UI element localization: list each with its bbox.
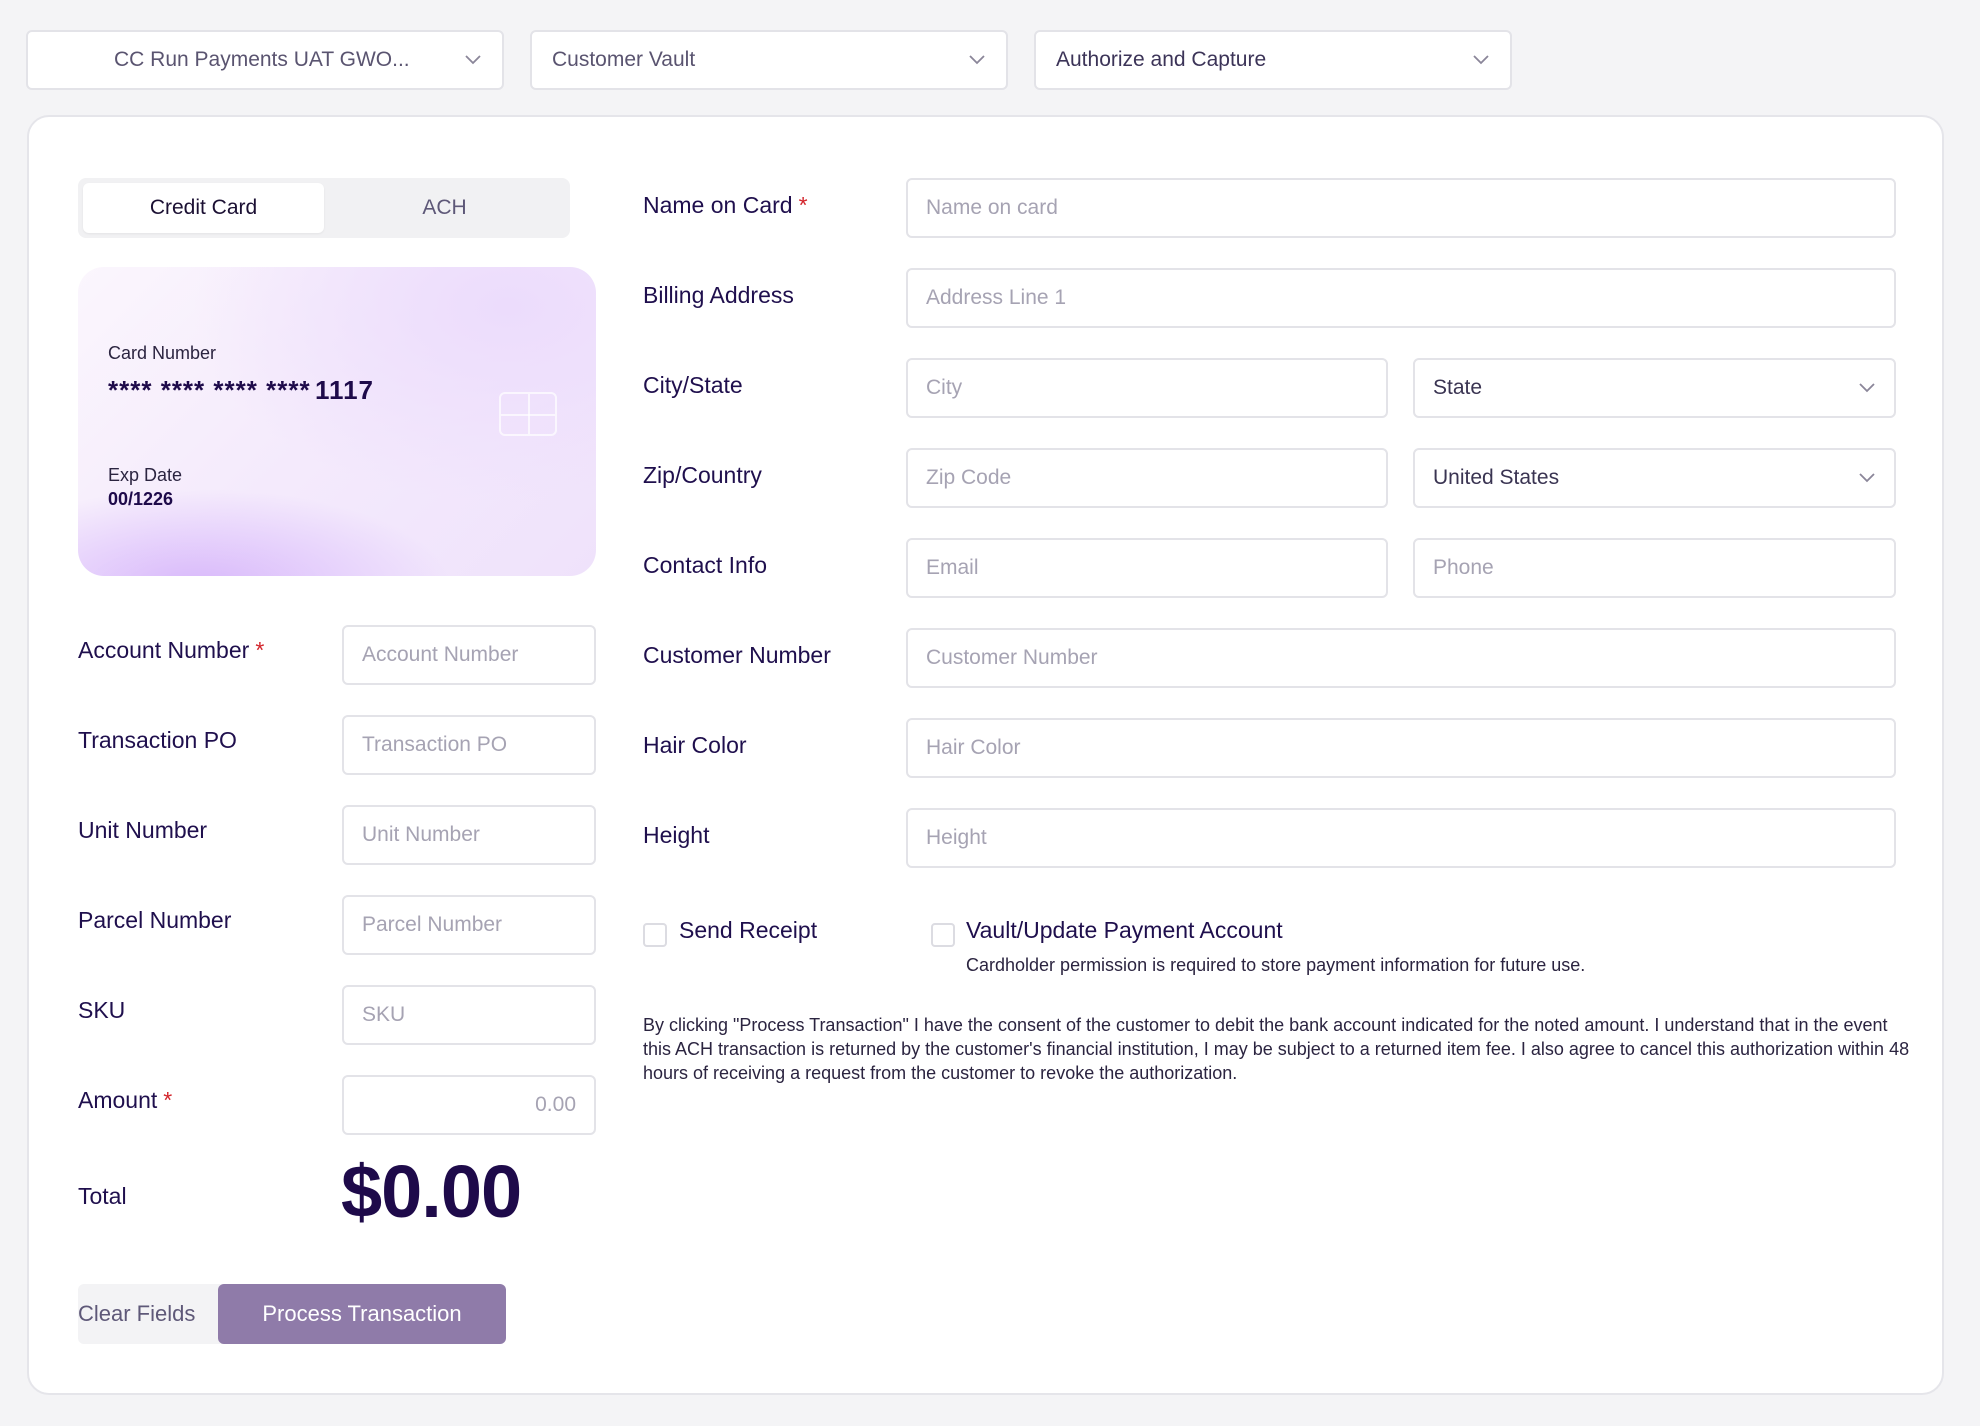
card-number-last4: 1117	[315, 375, 374, 405]
total-amount: $0.00	[341, 1150, 522, 1233]
merchant-select-value: CC Run Payments UAT GWO...	[114, 48, 410, 71]
sku-label: SKU	[78, 997, 126, 1023]
address-line1-input[interactable]: Address Line 1	[906, 268, 1896, 328]
height-label: Height	[643, 822, 710, 848]
chevron-down-icon	[1858, 469, 1876, 487]
chevron-down-icon	[464, 51, 482, 69]
billing-address-label: Billing Address	[643, 282, 794, 308]
send-receipt-label: Send Receipt	[679, 917, 818, 943]
total-label: Total	[78, 1183, 127, 1209]
parcel-number-input[interactable]: Parcel Number	[342, 895, 596, 955]
vault-update-label: Vault/Update Payment Account	[966, 917, 1283, 943]
card-chip-icon	[499, 392, 557, 436]
country-select-value: United States	[1433, 466, 1560, 489]
card-number: **** **** **** **** 1117	[108, 375, 374, 406]
card-number-mask: **** **** **** ****	[108, 375, 311, 405]
exp-date-label: Exp Date	[108, 465, 183, 485]
name-on-card-label: Name on Card *	[643, 192, 808, 219]
transaction-po-label: Transaction PO	[78, 727, 237, 753]
card-number-label: Card Number	[108, 343, 217, 363]
amount-label: Amount *	[78, 1087, 172, 1114]
send-receipt-checkbox[interactable]	[643, 923, 667, 947]
unit-number-label: Unit Number	[78, 817, 208, 843]
clear-fields-button[interactable]: Clear Fields	[78, 1284, 228, 1344]
chevron-down-icon	[1858, 379, 1876, 397]
state-select[interactable]: State	[1413, 358, 1896, 418]
chevron-down-icon	[968, 51, 986, 69]
exp-date-value: 00/1226	[108, 489, 174, 509]
vault-select-value: Customer Vault	[552, 48, 696, 71]
account-number-label-text: Account Number	[78, 637, 250, 663]
customer-number-label: Customer Number	[643, 642, 831, 668]
required-marker: *	[255, 637, 265, 663]
transaction-type-value: Authorize and Capture	[1056, 48, 1267, 71]
hair-color-input[interactable]: Hair Color	[906, 718, 1896, 778]
amount-input[interactable]: 0.00	[342, 1075, 596, 1135]
amount-label-text: Amount	[78, 1087, 158, 1113]
contact-info-label: Contact Info	[643, 552, 768, 578]
email-field[interactable]: Email	[906, 538, 1388, 598]
phone-field[interactable]: Phone	[1413, 538, 1896, 598]
vault-select[interactable]: Customer Vault	[530, 30, 1008, 90]
height-input[interactable]: Height	[906, 808, 1896, 868]
transaction-type-select[interactable]: Authorize and Capture	[1034, 30, 1512, 90]
required-marker: *	[798, 192, 808, 218]
process-transaction-button[interactable]: Process Transaction	[218, 1284, 506, 1344]
transaction-po-input[interactable]: Transaction PO	[342, 715, 596, 775]
required-marker: *	[163, 1087, 173, 1113]
merchant-select[interactable]: CC Run Payments UAT GWO...	[26, 30, 504, 90]
payment-panel: Credit Card ACH Card Number **** **** **…	[27, 115, 1944, 1395]
account-number-input[interactable]: Account Number	[342, 625, 596, 685]
card-preview: Card Number **** **** **** **** 1117 Exp…	[78, 267, 596, 576]
customer-number-input[interactable]: Customer Number	[906, 628, 1896, 688]
vault-update-note: Cardholder permission is required to sto…	[966, 955, 1586, 975]
name-on-card-input[interactable]: Name on card	[906, 178, 1896, 238]
chevron-down-icon	[1472, 51, 1490, 69]
tab-credit-card[interactable]: Credit Card	[83, 183, 324, 233]
city-input[interactable]: City	[906, 358, 1388, 418]
consent-text: By clicking "Process Transaction" I have…	[643, 1015, 1910, 1083]
unit-number-input[interactable]: Unit Number	[342, 805, 596, 865]
vault-update-checkbox[interactable]	[931, 923, 955, 947]
zip-country-label: Zip/Country	[643, 462, 762, 488]
hair-color-label: Hair Color	[643, 732, 747, 758]
sku-input[interactable]: SKU	[342, 985, 596, 1045]
name-on-card-label-text: Name on Card	[643, 192, 793, 218]
zip-code-input[interactable]: Zip Code	[906, 448, 1388, 508]
country-select[interactable]: United States	[1413, 448, 1896, 508]
state-select-value: State	[1433, 376, 1483, 399]
payment-method-tabs: Credit Card ACH	[78, 178, 570, 238]
parcel-number-label: Parcel Number	[78, 907, 232, 933]
city-state-label: City/State	[643, 372, 743, 398]
account-number-label: Account Number *	[78, 637, 264, 664]
tab-ach[interactable]: ACH	[324, 183, 565, 233]
